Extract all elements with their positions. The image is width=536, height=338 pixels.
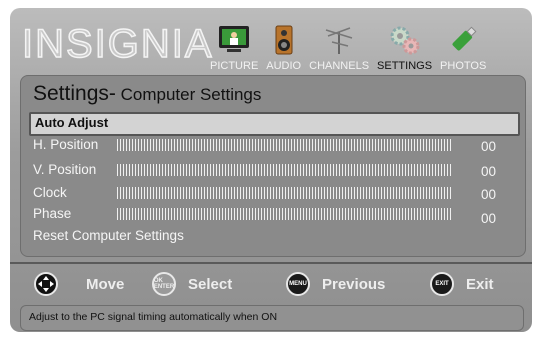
tab-settings-label: SETTINGS <box>377 60 433 72</box>
nav-previous-label: Previous <box>322 275 386 293</box>
v-position-slider[interactable] <box>117 164 453 176</box>
tab-channels[interactable]: CHANNELS <box>309 14 369 72</box>
v-position-value: 00 <box>481 164 497 179</box>
nav-previous: MENU Previous <box>286 272 385 296</box>
nav-exit-label: Exit <box>466 275 494 293</box>
tv-menu-screen: INSIGNIA PICTURE AUDIO CHANNELS SETTINGS… <box>10 8 532 332</box>
menu-item-h-position[interactable]: H. Position 00 <box>33 137 513 155</box>
tab-picture[interactable]: PICTURE <box>210 14 258 72</box>
menu-item-v-position[interactable]: V. Position 00 <box>33 162 513 180</box>
menu-item-clock[interactable]: Clock 00 <box>33 185 513 203</box>
move-arrows-icon <box>34 272 58 296</box>
clock-label: Clock <box>33 185 67 200</box>
tab-audio-label: AUDIO <box>266 60 302 72</box>
h-position-value: 00 <box>481 139 497 154</box>
tab-photos[interactable]: PHOTOS <box>440 14 486 72</box>
nav-move: Move <box>34 272 124 296</box>
tab-photos-label: PHOTOS <box>440 60 487 72</box>
menu-item-auto-adjust[interactable]: Auto Adjust <box>29 112 520 136</box>
clock-slider[interactable] <box>117 187 453 199</box>
gears-icon <box>388 24 422 56</box>
phase-slider[interactable] <box>117 208 453 220</box>
settings-panel: Settings- Computer Settings Auto Adjust … <box>20 75 526 257</box>
tab-picture-label: PICTURE <box>210 60 259 72</box>
nav-move-label: Move <box>86 275 125 293</box>
nav-exit: EXIT Exit <box>430 272 494 296</box>
ok-enter-icon: OK ENTER <box>152 272 176 296</box>
menu-tabs: PICTURE AUDIO CHANNELS SETTINGS PHOTOS <box>210 14 494 72</box>
usb-drive-icon <box>446 24 480 56</box>
menu-button-icon: MENU <box>286 272 310 296</box>
tv-icon <box>217 24 251 56</box>
h-position-label: H. Position <box>33 137 99 152</box>
nav-select-label: Select <box>188 275 233 293</box>
phase-value: 00 <box>481 211 497 226</box>
h-position-slider[interactable] <box>117 139 453 151</box>
help-text: Adjust to the PC signal timing automatic… <box>29 311 278 323</box>
clock-value: 00 <box>481 187 497 202</box>
tab-channels-label: CHANNELS <box>309 60 370 72</box>
menu-item-reset-computer-settings[interactable]: Reset Computer Settings <box>33 228 184 243</box>
phase-label: Phase <box>33 206 72 221</box>
speaker-icon <box>267 24 301 56</box>
page-title: Settings- Computer Settings <box>33 82 262 105</box>
auto-adjust-label: Auto Adjust <box>35 115 109 130</box>
antenna-icon <box>322 24 356 56</box>
v-position-label: V. Position <box>33 162 97 177</box>
tab-audio[interactable]: AUDIO <box>266 14 301 72</box>
tab-settings[interactable]: SETTINGS <box>377 14 432 72</box>
brand-logo: INSIGNIA <box>21 21 214 67</box>
menu-item-phase[interactable]: Phase 00 <box>33 206 513 226</box>
nav-select: OK ENTER Select <box>152 272 232 296</box>
help-text-bar: Adjust to the PC signal timing automatic… <box>20 305 524 331</box>
exit-button-icon: EXIT <box>430 272 454 296</box>
button-guide: Move OK ENTER Select MENU Previous EXIT … <box>10 262 532 302</box>
